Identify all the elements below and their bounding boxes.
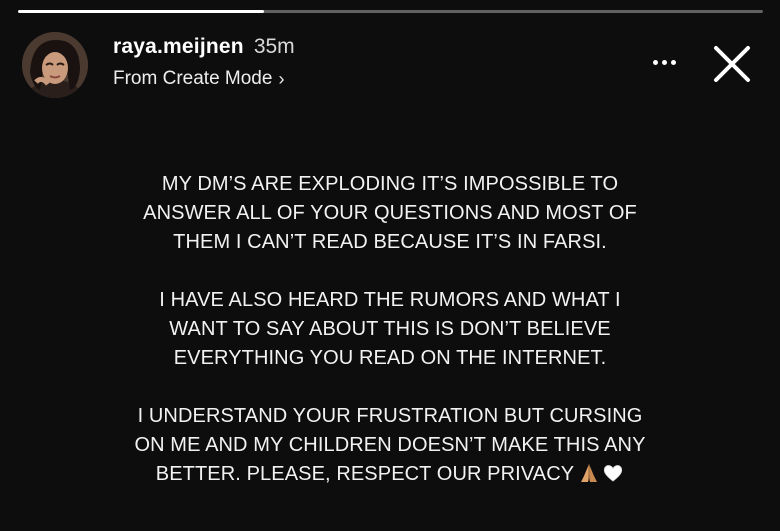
text-line: ON ME AND MY CHILDREN DOESN’T MAKE THIS … [134, 434, 646, 456]
create-mode-link[interactable]: From Create Mode › [113, 68, 295, 90]
story-viewer[interactable]: raya.meijnen 35m From Create Mode › MY D… [0, 0, 780, 531]
text-line: I HAVE ALSO HEARD THE RUMORS AND WHAT I [159, 289, 621, 311]
more-dots-icon [661, 59, 667, 65]
post-time: 35m [253, 35, 295, 58]
text-line: WANT TO SAY ABOUT THIS IS DON’T BELIEVE [169, 318, 611, 340]
avatar[interactable] [22, 32, 88, 98]
close-button[interactable] [706, 38, 758, 90]
close-x-icon [714, 46, 750, 82]
username[interactable]: raya.meijnen [113, 34, 244, 60]
text-line-last: BETTER. PLEASE, RESPECT OUR PRIVACY [0, 460, 780, 489]
create-mode-label: From Create Mode [113, 68, 273, 89]
text-line: THEM I CAN’T READ BECAUSE IT’S IN FARSI. [173, 231, 607, 253]
emoji-group [578, 462, 624, 484]
folded-hands-icon [581, 464, 598, 482]
paragraph-1: MY DM’S ARE EXPLODING IT’S IMPOSSIBLE TO… [0, 170, 780, 257]
text-line: I UNDERSTAND YOUR FRUSTRATION BUT CURSIN… [137, 405, 643, 427]
more-dots-icon [652, 59, 658, 65]
story-progress-fill [18, 10, 264, 13]
white-heart-icon [604, 465, 623, 482]
text-line: MY DM’S ARE EXPLODING IT’S IMPOSSIBLE TO [161, 173, 619, 195]
chevron-right-icon: › [278, 68, 285, 89]
text-line: EVERYTHING YOU READ ON THE INTERNET. [173, 347, 607, 369]
more-dots-icon [670, 59, 676, 65]
text-line: BETTER. PLEASE, RESPECT OUR PRIVACY [155, 463, 575, 485]
story-header: raya.meijnen 35m From Create Mode › [22, 30, 762, 100]
paragraph-2: I HAVE ALSO HEARD THE RUMORS AND WHAT I … [0, 286, 780, 373]
story-text: MY DM’S ARE EXPLODING IT’S IMPOSSIBLE TO… [0, 170, 780, 518]
more-options-button[interactable] [646, 50, 682, 74]
paragraph-3: I UNDERSTAND YOUR FRUSTRATION BUT CURSIN… [0, 402, 780, 489]
story-progress-bar [18, 10, 763, 13]
user-info: raya.meijnen 35m From Create Mode › [113, 34, 295, 90]
text-line: ANSWER ALL OF YOUR QUESTIONS AND MOST OF [143, 202, 637, 224]
